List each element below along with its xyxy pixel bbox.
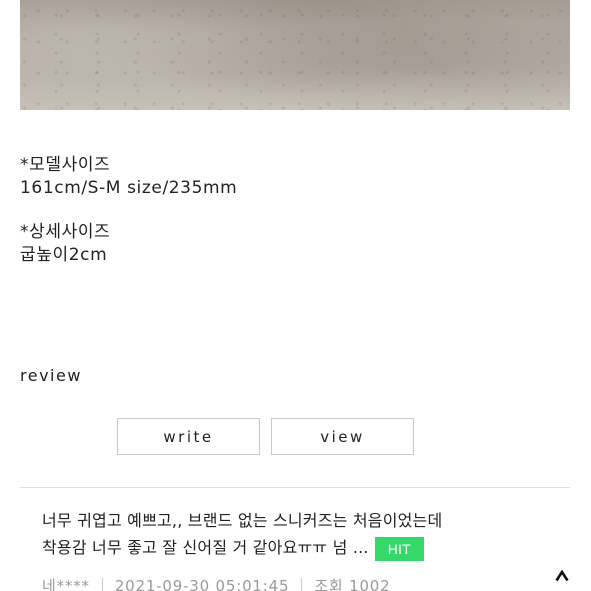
divider — [20, 487, 570, 488]
review-date: 2021-09-30 05:01:45 — [114, 576, 290, 591]
hit-badge: HIT — [374, 536, 424, 561]
product-photo — [20, 0, 570, 110]
review-text-line: 착용감 너무 좋고 잘 신어질 거 같아요ㅠㅠ 넘 ... HIT — [42, 534, 542, 561]
review-views: 조회 1002 — [314, 577, 391, 591]
scroll-top-button[interactable] — [551, 565, 573, 587]
model-size-block: *모델사이즈 161cm/S-M size/235mm — [20, 154, 237, 200]
detail-size-value: 굽높이2cm — [20, 245, 108, 265]
view-reviews-button[interactable]: view — [271, 418, 414, 455]
model-size-value: 161cm/S-M size/235mm — [20, 178, 238, 198]
detail-size-block: *상세사이즈 굽높이2cm — [20, 221, 110, 267]
write-review-button[interactable]: write — [117, 418, 260, 455]
product-detail-page: *모델사이즈 161cm/S-M size/235mm *상세사이즈 굽높이2c… — [0, 0, 591, 591]
review-meta: 네**** 2021-09-30 05:01:45 조회 1002 — [42, 575, 390, 591]
model-size-heading: *모델사이즈 — [20, 155, 111, 175]
review-heading: review — [20, 366, 82, 385]
review-text-line-content: 착용감 너무 좋고 잘 신어질 거 같아요ㅠㅠ 넘 ... — [42, 538, 369, 557]
meta-separator — [101, 577, 103, 591]
chevron-up-icon — [555, 570, 569, 582]
review-text-line: 너무 귀엽고 예쁘고,, 브랜드 없는 스니커즈는 처음이었는데 — [42, 511, 443, 530]
review-author: 네**** — [42, 577, 90, 591]
meta-separator — [301, 577, 303, 591]
detail-size-heading: *상세사이즈 — [20, 222, 111, 242]
review-text: 너무 귀엽고 예쁘고,, 브랜드 없는 스니커즈는 처음이었는데 착용감 너무 … — [42, 507, 542, 561]
review-list-item[interactable]: 너무 귀엽고 예쁘고,, 브랜드 없는 스니커즈는 처음이었는데 착용감 너무 … — [42, 507, 542, 561]
